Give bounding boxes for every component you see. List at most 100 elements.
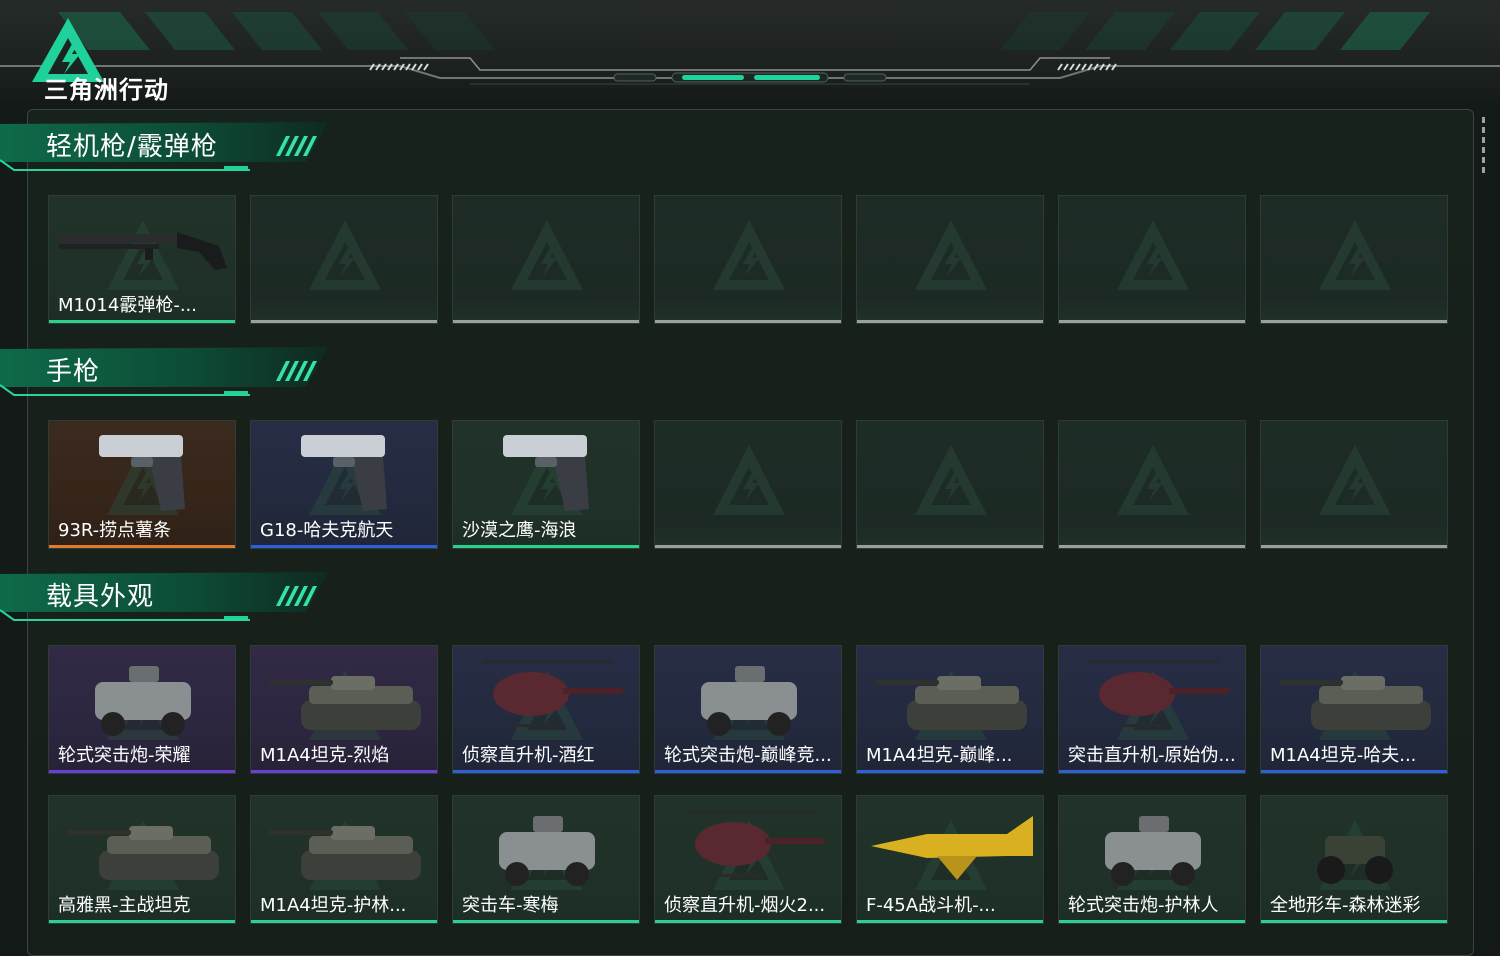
empty-slot[interactable] — [654, 420, 842, 549]
empty-slot[interactable] — [1260, 420, 1448, 549]
item-card[interactable]: M1A4坦克-护林... — [250, 795, 438, 924]
pistol-icon — [301, 435, 387, 511]
delta-watermark-icon — [1319, 445, 1391, 515]
item-card[interactable]: G18-哈夫克航天 — [250, 420, 438, 549]
item-card[interactable]: M1A4坦克-哈夫... — [1260, 645, 1448, 774]
top-bar-decor — [0, 12, 1500, 85]
rarity-bar — [453, 770, 639, 773]
delta-watermark-icon — [915, 445, 987, 515]
rarity-bar — [1261, 545, 1447, 548]
pistol-icon — [99, 435, 185, 511]
item-name: 侦察直升机-酒红 — [462, 745, 595, 766]
atv-icon — [1317, 836, 1393, 884]
helicopter-icon — [483, 660, 623, 727]
rarity-bar — [655, 320, 841, 323]
top-bar: 三角洲行动 — [0, 0, 1500, 104]
item-card[interactable]: M1A4坦克-烈焰 — [250, 645, 438, 774]
rarity-bar — [49, 545, 235, 548]
section-title: 载具外观 — [46, 582, 155, 612]
item-card[interactable]: 突击车-寒梅 — [452, 795, 640, 924]
tank-icon — [269, 826, 421, 880]
empty-slot[interactable] — [654, 195, 842, 324]
rarity-bar — [857, 770, 1043, 773]
section-title: 手枪 — [46, 357, 101, 387]
item-name: 全地形车-森林迷彩 — [1270, 895, 1421, 916]
rarity-bar — [251, 320, 437, 323]
empty-slot[interactable] — [1260, 195, 1448, 324]
delta-watermark-icon — [1117, 445, 1189, 515]
delta-watermark-icon — [1319, 220, 1391, 290]
armored-car-icon — [1105, 816, 1201, 886]
item-card[interactable]: 侦察直升机-酒红 — [452, 645, 640, 774]
scrollbar[interactable] — [1481, 117, 1487, 179]
empty-slot[interactable] — [452, 195, 640, 324]
armored-car-icon — [95, 666, 191, 736]
tank-icon — [269, 676, 421, 730]
item-card[interactable]: 93R-捞点薯条 — [48, 420, 236, 549]
item-card[interactable]: 侦察直升机-烟火2... — [654, 795, 842, 924]
rarity-bar — [655, 920, 841, 923]
item-name: 93R-捞点薯条 — [58, 520, 172, 541]
item-name: G18-哈夫克航天 — [260, 520, 394, 541]
delta-watermark-icon — [1117, 220, 1189, 290]
armored-car-icon — [701, 666, 797, 736]
rarity-bar — [453, 320, 639, 323]
rarity-bar — [1059, 545, 1245, 548]
rarity-bar — [1059, 920, 1245, 923]
pistol-icon — [503, 435, 589, 511]
empty-slot[interactable] — [250, 195, 438, 324]
rarity-bar — [1261, 920, 1447, 923]
empty-slot[interactable] — [856, 420, 1044, 549]
item-name: F-45A战斗机-... — [866, 895, 996, 916]
section-title: 轻机枪/霰弹枪 — [46, 132, 218, 162]
item-card[interactable]: 突击直升机-原始伪... — [1058, 645, 1246, 774]
rarity-bar — [857, 545, 1043, 548]
empty-slot[interactable] — [1058, 420, 1246, 549]
item-name: 突击车-寒梅 — [462, 895, 559, 916]
item-name: 侦察直升机-烟火2... — [664, 895, 826, 916]
item-card[interactable]: 全地形车-森林迷彩 — [1260, 795, 1448, 924]
rarity-bar — [655, 545, 841, 548]
item-name: 高雅黑-主战坦克 — [58, 895, 191, 916]
delta-watermark-icon — [713, 445, 785, 515]
item-card[interactable]: 轮式突击炮-荣耀 — [48, 645, 236, 774]
assault-vehicle-icon — [499, 816, 595, 886]
rarity-bar — [857, 920, 1043, 923]
rarity-bar — [49, 320, 235, 323]
rarity-bar — [251, 920, 437, 923]
item-name: M1014霰弹枪-... — [58, 295, 197, 316]
rarity-bar — [251, 545, 437, 548]
item-name: 沙漠之鹰-海浪 — [462, 520, 577, 541]
empty-slot[interactable] — [1058, 195, 1246, 324]
item-card[interactable]: M1014霰弹枪-... — [48, 195, 236, 324]
item-name: M1A4坦克-哈夫... — [1270, 745, 1417, 766]
item-card[interactable]: 高雅黑-主战坦克 — [48, 795, 236, 924]
rarity-bar — [49, 920, 235, 923]
rarity-bar — [453, 545, 639, 548]
item-name: 轮式突击炮-巅峰竞... — [664, 745, 832, 766]
jet-icon — [871, 816, 1033, 880]
rarity-bar — [251, 770, 437, 773]
item-card[interactable]: M1A4坦克-巅峰... — [856, 645, 1044, 774]
section-header: 载具外观 — [0, 570, 330, 624]
item-card[interactable]: F-45A战斗机-... — [856, 795, 1044, 924]
helicopter-icon — [685, 810, 825, 877]
tank-icon — [67, 826, 219, 880]
delta-watermark-icon — [511, 220, 583, 290]
item-card[interactable]: 沙漠之鹰-海浪 — [452, 420, 640, 549]
rarity-bar — [655, 770, 841, 773]
rarity-bar — [1059, 320, 1245, 323]
rarity-bar — [1261, 770, 1447, 773]
rarity-bar — [453, 920, 639, 923]
app-title: 三角洲行动 — [44, 76, 169, 104]
rarity-bar — [1261, 320, 1447, 323]
item-name: 轮式突击炮-荣耀 — [58, 745, 191, 766]
rarity-bar — [857, 320, 1043, 323]
rarity-bar — [49, 770, 235, 773]
delta-watermark-icon — [713, 220, 785, 290]
item-card[interactable]: 轮式突击炮-巅峰竞... — [654, 645, 842, 774]
item-card[interactable]: 轮式突击炮-护林人 — [1058, 795, 1246, 924]
empty-slot[interactable] — [856, 195, 1044, 324]
section-header: 轻机枪/霰弹枪 — [0, 120, 330, 174]
shotgun-icon — [59, 232, 227, 270]
